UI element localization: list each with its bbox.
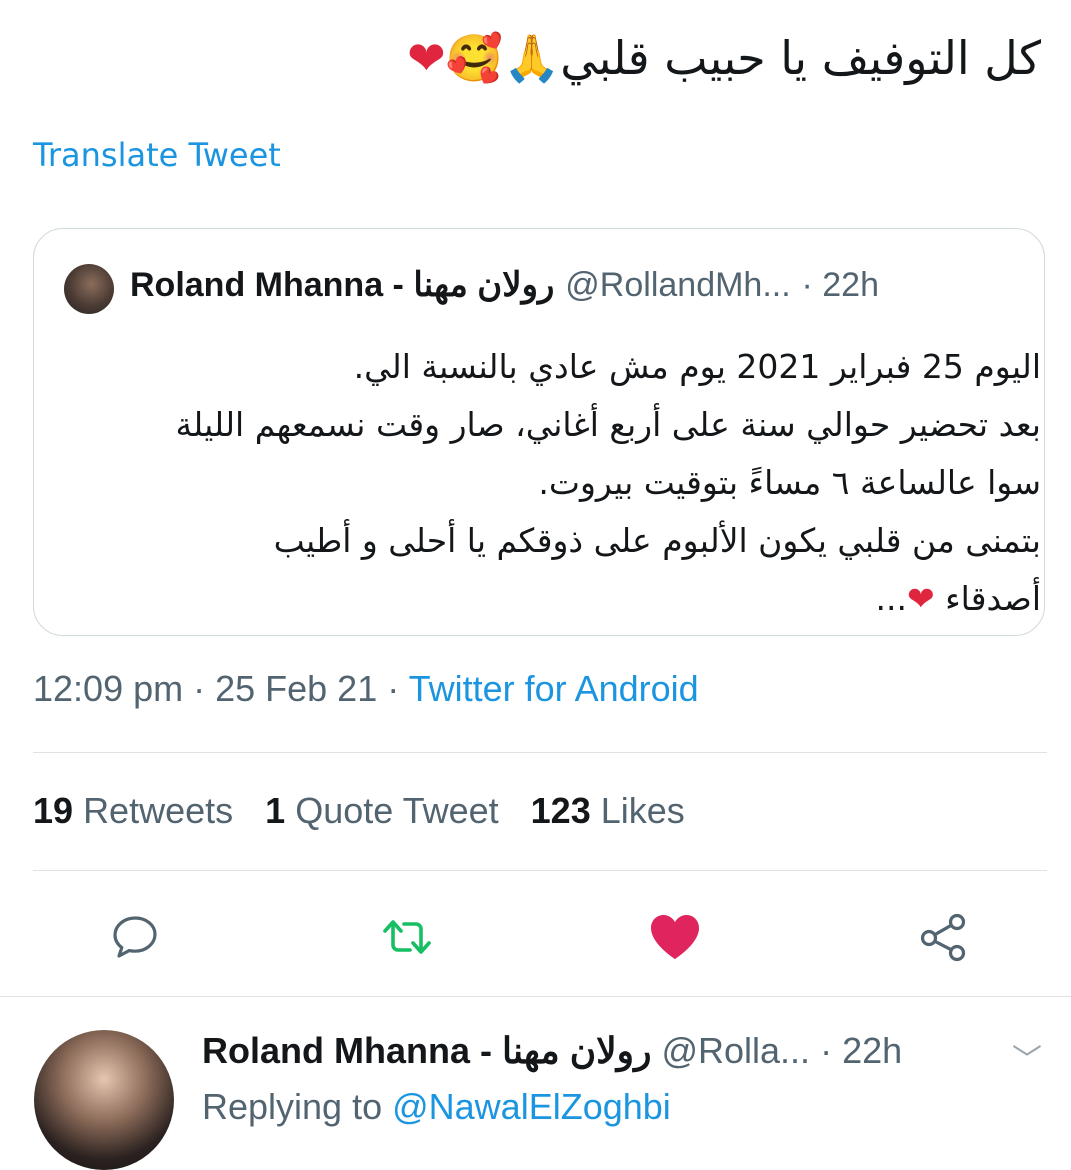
quoted-line: اليوم 25 فبراير 2021 يوم مش عادي بالنسبة…	[353, 347, 1041, 386]
quoted-line: بتمنى من قلبي يكون الألبوم على ذوقكم يا …	[273, 521, 1041, 560]
reply-author-handle[interactable]: @Rolla...	[661, 1030, 810, 1071]
tweet-timestamp: 12:09 pm · 25 Feb 21 ·	[33, 668, 409, 709]
chevron-down-icon[interactable]: ﹀	[1012, 1035, 1042, 1079]
reply-avatar[interactable]	[34, 1030, 174, 1170]
reply-button[interactable]	[105, 907, 165, 967]
quoted-line: سوا عالساعة ٦ مساءً بتوقيت بيروت.	[538, 463, 1041, 502]
quoted-line: أصدقاء	[945, 579, 1041, 618]
tweet-source-link[interactable]: Twitter for Android	[409, 668, 699, 709]
quoted-line: بعد تحضير حوالي سنة على أربع أغاني، صار …	[175, 405, 1041, 444]
translate-tweet-link[interactable]: Translate Tweet	[33, 136, 281, 174]
quoted-tweet-body: اليوم 25 فبراير 2021 يوم مش عادي بالنسبة…	[81, 338, 1041, 628]
retweets-stat[interactable]: 19 Retweets	[33, 790, 233, 831]
likes-stat[interactable]: 123 Likes	[531, 790, 685, 831]
heart-filled-icon	[651, 915, 699, 959]
like-button[interactable]	[645, 907, 705, 967]
quoted-timestamp: · 22h	[801, 266, 880, 304]
reply-timestamp: · 22h	[820, 1030, 903, 1071]
quoted-ellipsis: ...	[875, 579, 907, 618]
tweet-text-content: كل التوفيف يا حبيب قلبي🙏🥰	[445, 31, 1041, 85]
likes-label: Likes	[600, 790, 685, 831]
speech-bubble-icon	[113, 916, 157, 958]
tweet-text: كل التوفيف يا حبيب قلبي🙏🥰❤	[407, 18, 1041, 98]
divider	[33, 752, 1047, 753]
divider	[33, 870, 1047, 871]
divider	[0, 996, 1071, 997]
replying-to: Replying to @NawalElZoghbi	[202, 1086, 671, 1128]
likes-count: 123	[530, 790, 591, 831]
heart-emoji-icon: ❤	[407, 31, 446, 85]
tweet-meta: 12:09 pm · 25 Feb 21 · Twitter for Andro…	[33, 668, 699, 710]
share-button[interactable]	[913, 907, 973, 967]
quoted-line-last: أصدقاء ❤...	[81, 570, 1042, 628]
reply-header: Roland Mhanna - رولان مهنا @Rolla... · 2…	[202, 1030, 902, 1072]
replying-prefix: Replying to	[202, 1086, 393, 1127]
tweet-stats: 19 Retweets 1 Quote Tweet 123 Likes	[33, 790, 685, 832]
quotes-stat[interactable]: 1 Quote Tweet	[265, 790, 499, 831]
retweet-icon	[383, 920, 431, 954]
retweets-label: Retweets	[83, 790, 234, 831]
replying-mention-link[interactable]: @NawalElZoghbi	[392, 1086, 671, 1127]
quoted-author-handle[interactable]: @RollandMh...	[565, 266, 790, 304]
quoted-tweet-header: Roland Mhanna - رولان مهنا @RollandMh...…	[130, 262, 879, 308]
reply-author-name[interactable]: Roland Mhanna - رولان مهنا	[202, 1030, 651, 1071]
quoted-avatar[interactable]	[64, 264, 114, 314]
heart-emoji-icon: ❤	[906, 579, 935, 618]
quotes-count: 1	[265, 790, 286, 831]
retweet-button[interactable]	[377, 907, 437, 967]
quotes-label: Quote Tweet	[295, 790, 499, 831]
quoted-author-name[interactable]: Roland Mhanna - رولان مهنا	[130, 266, 554, 304]
share-icon	[920, 913, 966, 962]
retweets-count: 19	[33, 790, 74, 831]
